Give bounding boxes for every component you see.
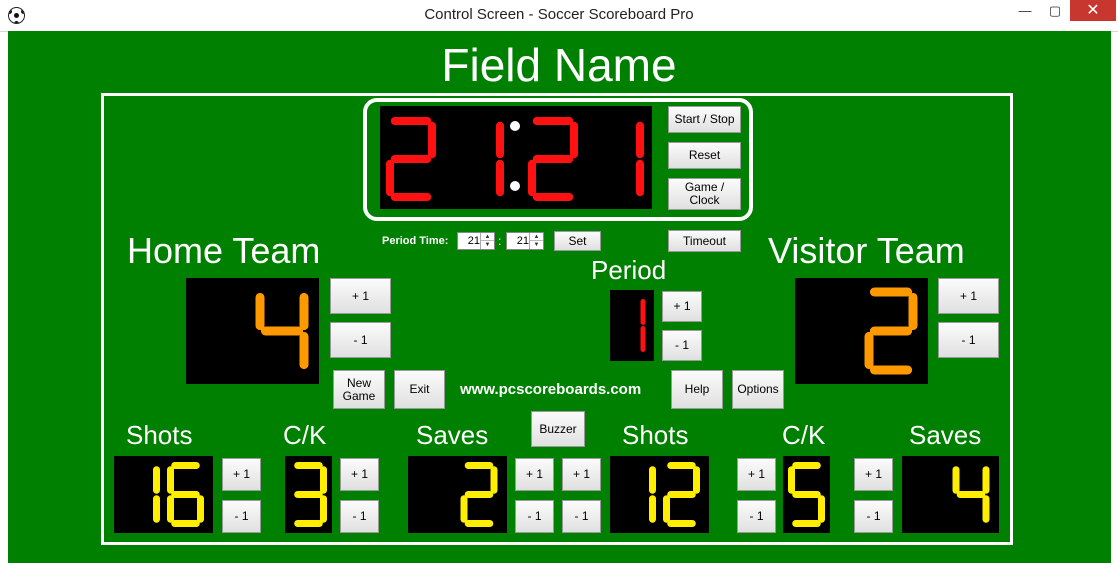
home-shots-plus-button[interactable]: + 1 — [222, 458, 261, 491]
home-score-display — [186, 278, 319, 384]
field-name: Field Name — [441, 39, 677, 91]
period-minus-button[interactable]: - 1 — [662, 330, 702, 361]
period-time-label: Period Time: — [382, 235, 449, 247]
stepper-up-icon[interactable]: ▲ — [530, 233, 543, 241]
window-title: Control Screen - Soccer Scoreboard Pro — [424, 6, 694, 23]
visitor-ck-display — [783, 456, 830, 533]
period-plus-button[interactable]: + 1 — [662, 291, 702, 322]
exit-button[interactable]: Exit — [394, 370, 445, 409]
visitor-ck-plus-button[interactable]: + 1 — [737, 458, 776, 491]
period-display — [610, 290, 654, 361]
visitor-shots-plus-button[interactable]: + 1 — [562, 458, 601, 491]
home-saves-display — [408, 456, 507, 533]
visitor-ck-label: C/K — [782, 420, 826, 450]
reset-button[interactable]: Reset — [668, 142, 741, 169]
options-button[interactable]: Options — [732, 370, 784, 409]
stepper-down-icon[interactable]: ▼ — [530, 241, 543, 249]
visitor-score-plus-button[interactable]: + 1 — [938, 278, 999, 314]
title-bar: Control Screen - Soccer Scoreboard Pro —… — [0, 0, 1118, 32]
visitor-saves-plus-button[interactable]: + 1 — [854, 458, 893, 491]
home-ck-minus-button[interactable]: - 1 — [340, 500, 379, 533]
buzzer-button[interactable]: Buzzer — [531, 411, 585, 447]
visitor-shots-label: Shots — [622, 420, 689, 450]
home-shots-display — [114, 456, 213, 533]
visitor-score-display — [795, 278, 928, 384]
stepper-down-icon[interactable]: ▼ — [481, 241, 494, 249]
home-saves-label: Saves — [416, 420, 489, 450]
visitor-saves-display — [902, 456, 999, 533]
set-period-time-button[interactable]: Set — [554, 231, 601, 251]
visitor-score-minus-button[interactable]: - 1 — [938, 322, 999, 358]
home-ck-display — [285, 456, 332, 533]
maximize-button[interactable]: ▢ — [1040, 0, 1070, 21]
website-link[interactable]: www.pcscoreboards.com — [460, 381, 641, 398]
period-time-separator: : — [498, 234, 502, 248]
start-stop-button[interactable]: Start / Stop — [668, 106, 741, 133]
minimize-button[interactable]: — — [1010, 0, 1040, 21]
period-time-minutes-stepper[interactable]: 21 ▲ ▼ — [457, 232, 495, 250]
new-game-button[interactable]: New Game — [333, 370, 385, 409]
help-button[interactable]: Help — [671, 370, 723, 409]
home-team-name: Home Team — [127, 230, 321, 271]
game-clock-button[interactable]: Game / Clock — [668, 178, 741, 210]
visitor-saves-label: Saves — [909, 420, 982, 450]
timeout-button[interactable]: Timeout — [668, 230, 741, 252]
visitor-saves-minus-button[interactable]: - 1 — [854, 500, 893, 533]
visitor-team-name: Visitor Team — [768, 230, 965, 271]
visitor-shots-minus-button[interactable]: - 1 — [562, 500, 601, 533]
home-ck-label: C/K — [283, 420, 327, 450]
close-button[interactable]: ✕ — [1070, 0, 1116, 21]
home-saves-plus-button[interactable]: + 1 — [515, 458, 554, 491]
visitor-shots-display — [610, 456, 709, 533]
period-time-seconds-stepper[interactable]: 21 ▲ ▼ — [506, 232, 544, 250]
home-shots-label: Shots — [126, 420, 193, 450]
stepper-up-icon[interactable]: ▲ — [481, 233, 494, 241]
home-saves-minus-button[interactable]: - 1 — [515, 500, 554, 533]
home-shots-minus-button[interactable]: - 1 — [222, 500, 261, 533]
period-label: Period — [591, 255, 667, 285]
home-score-plus-button[interactable]: + 1 — [330, 278, 391, 314]
game-clock-display — [380, 106, 652, 209]
home-ck-plus-button[interactable]: + 1 — [340, 458, 379, 491]
visitor-ck-minus-button[interactable]: - 1 — [737, 500, 776, 533]
home-score-minus-button[interactable]: - 1 — [330, 322, 391, 358]
